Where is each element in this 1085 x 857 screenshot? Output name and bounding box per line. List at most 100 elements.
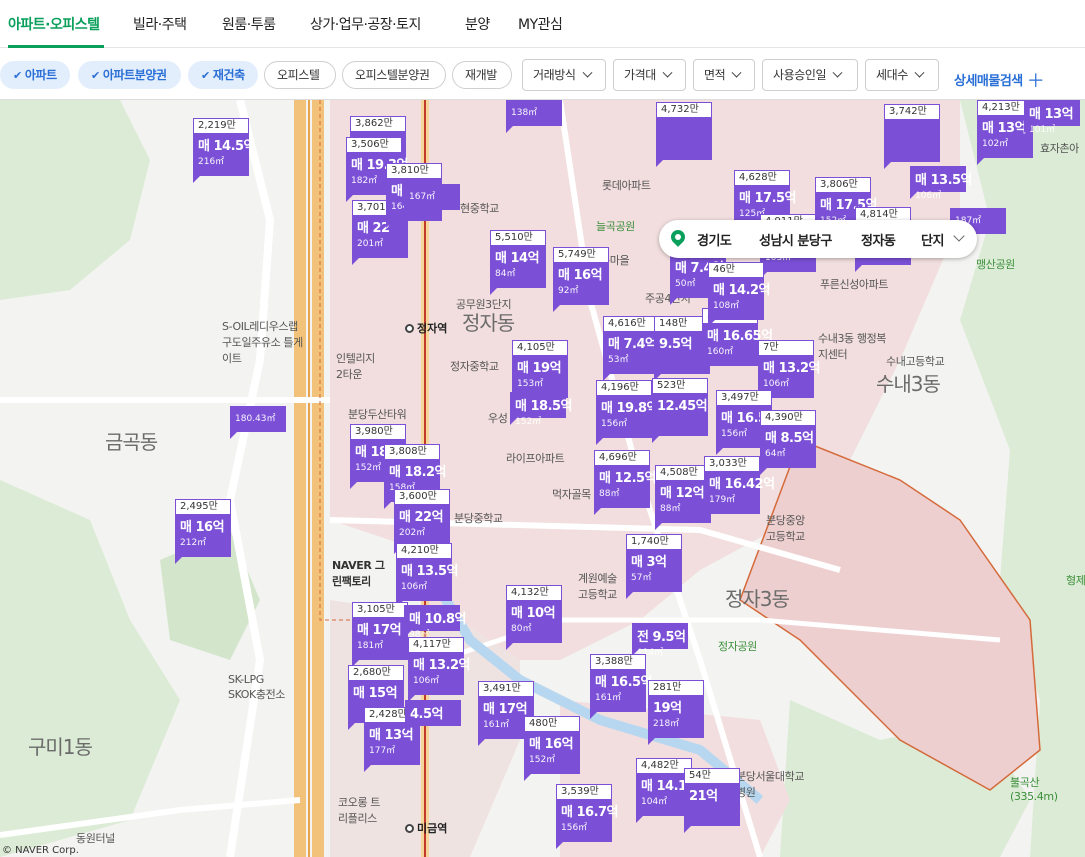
price-per-pyeong: 4,105만 [512, 340, 568, 356]
listing-marker[interactable]: 매 18.5억 152㎡ [510, 392, 573, 456]
marker-body: 매 10.8억 98㎡ [404, 605, 467, 640]
marker-price: 매 10.8억 [409, 612, 467, 627]
dropdown-price[interactable]: 가격대 [613, 59, 686, 91]
listing-marker[interactable]: 46만 매 14.2억 108㎡ [708, 262, 771, 327]
chip-reconstruction[interactable]: ✔ 재건축 [188, 61, 258, 89]
listing-marker[interactable]: 4,616만 매 7.4억 53㎡ [603, 316, 659, 381]
active-tab-indicator [8, 45, 104, 48]
price-per-pyeong: 7만 [758, 340, 814, 356]
chevron-down-icon [662, 67, 673, 78]
chip-officetel[interactable]: 오피스텔 [264, 61, 336, 89]
listing-marker[interactable]: 3,388만 매 16.5억 161㎡ [590, 654, 653, 719]
price-per-pyeong: 4,132만 [506, 585, 562, 601]
marker-area: 101㎡ [1029, 125, 1056, 135]
marker-body: 매 3억 57㎡ [626, 550, 682, 592]
marker-pointer [684, 825, 692, 833]
poi-label: 계원예술 고등학교 [578, 572, 617, 601]
listing-marker[interactable]: 1,740만 매 3억 57㎡ [626, 534, 682, 599]
chip-redevelopment[interactable]: 재개발 [452, 61, 512, 89]
price-per-pyeong: 5,749만 [553, 247, 609, 263]
listing-marker[interactable]: 167㎡ [404, 184, 460, 248]
dropdown-area[interactable]: 면적 [693, 59, 755, 91]
listing-marker[interactable]: 4,390만 매 8.5억 64㎡ [760, 410, 816, 475]
poi-label: 정자중학교 [450, 360, 499, 373]
marker-area: 181㎡ [357, 641, 384, 651]
tab-commercial[interactable]: 상가·업무·공장·토지 [310, 14, 421, 34]
tab-apt-officetel[interactable]: 아파트·오피스텔 [8, 14, 100, 34]
marker-body: 매 16.42억 179㎡ [704, 472, 775, 514]
listing-marker[interactable]: 5,749만 매 16억 92㎡ [553, 247, 609, 312]
price-per-pyeong: 4,196만 [596, 380, 652, 396]
listing-marker[interactable]: 4,117만 매 13.2억 106㎡ [408, 637, 471, 702]
location-province[interactable]: 경기도 [697, 230, 732, 249]
marker-body: 매 16억 92㎡ [553, 263, 609, 305]
listing-marker[interactable]: 매 13억 101㎡ [1024, 100, 1080, 164]
listing-marker[interactable]: 480만 매 16억 152㎡ [524, 716, 580, 781]
marker-body: 매 16.65억 160㎡ [702, 324, 773, 366]
listing-marker[interactable]: 4.5억 [405, 700, 461, 764]
marker-pointer [405, 725, 413, 733]
tab-my-interest[interactable]: MY관심 [518, 14, 563, 34]
chip-apartment-presale[interactable]: ✔ 아파트분양권 [78, 61, 181, 89]
marker-pointer [386, 220, 394, 228]
listing-marker[interactable]: 3,105만 매 17억 181㎡ [352, 602, 408, 667]
listing-marker[interactable]: 4,210만 매 13.5억 106㎡ [396, 543, 459, 608]
location-dong[interactable]: 정자동 [861, 230, 896, 249]
listing-marker[interactable]: 3,539만 매 16.7억 156㎡ [556, 784, 619, 849]
listing-marker[interactable]: 3,742만 [884, 104, 940, 169]
listing-marker[interactable]: 2,495만 매 16억 212㎡ [175, 499, 231, 564]
price-per-pyeong: 3,810만 [386, 163, 442, 179]
location-pin-icon [668, 227, 688, 247]
marker-area: 88㎡ [599, 489, 620, 499]
listing-marker[interactable]: 54만 21억 [684, 768, 740, 833]
marker-body: 매 12억 88㎡ [655, 481, 711, 523]
location-city[interactable]: 성남시 분당구 [759, 230, 832, 249]
marker-body: 매 7.4억 53㎡ [603, 332, 659, 374]
marker-area: 216㎡ [198, 157, 225, 167]
listing-marker[interactable]: 4,508만 매 12억 88㎡ [655, 465, 711, 530]
listing-marker[interactable]: 4,732만 [656, 102, 712, 167]
price-per-pyeong: 4,696만 [594, 450, 650, 466]
marker-pointer [506, 642, 514, 650]
listing-marker[interactable]: 5,510만 매 14억 84㎡ [490, 230, 546, 295]
chip-apartment[interactable]: ✔ 아파트 [0, 61, 70, 89]
tab-oneroom[interactable]: 원룸·투룸 [222, 14, 276, 34]
poi-label: 불곡산 (335.4m) [1010, 776, 1058, 803]
location-complex[interactable]: 단지 [921, 230, 944, 249]
marker-area: 104㎡ [641, 797, 668, 807]
subway-station: 정자역 [405, 320, 447, 336]
listing-marker[interactable]: 4,196만 매 19.8억 156㎡ [596, 380, 659, 445]
marker-body: 매 22억 202㎡ [394, 505, 450, 547]
poi-label: 동원터널 [76, 832, 115, 845]
poi-label: 공무원3단지 [456, 298, 512, 311]
location-selector[interactable]: 경기도 성남시 분당구 정자동 단지 [659, 220, 977, 258]
listing-marker[interactable]: 3,033만 매 16.42억 179㎡ [704, 456, 775, 521]
dropdown-trade-type[interactable]: 거래방식 [522, 59, 606, 91]
price-per-pyeong: 3,742만 [884, 104, 940, 120]
marker-price: 21억 [689, 789, 718, 804]
marker-area: 106㎡ [413, 676, 440, 686]
listing-marker[interactable]: 281만 19억 218㎡ [648, 680, 704, 745]
marker-price: 매 16억 [558, 268, 603, 283]
chip-label: 재개발 [465, 68, 497, 82]
listing-marker[interactable]: 523만 12.45억 [652, 378, 708, 443]
tab-presale[interactable]: 분양 [465, 14, 490, 34]
listing-marker[interactable]: 4,132만 매 10억 80㎡ [506, 585, 562, 650]
listing-marker[interactable]: 180.43㎡ [230, 406, 286, 470]
poi-label: 인텔리지 2타운 [336, 352, 375, 381]
listing-marker[interactable]: 2,219만 매 14.5억 216㎡ [193, 118, 256, 183]
map-canvas[interactable]: 정자동 수내3동 금곡동 정자3동 구미1동 정자역 미금역 현중학교 늘곡공원… [0, 100, 1085, 857]
plus-icon: ＋ [1026, 71, 1045, 92]
advanced-search-button[interactable]: 상세매물검색 ＋ [954, 67, 1045, 93]
price-per-pyeong: 46만 [708, 262, 764, 278]
listing-marker[interactable]: 4,696만매 12.5억 88㎡ [594, 450, 657, 515]
marker-price: 매 22억 [399, 510, 444, 525]
listing-marker[interactable]: 138㎡ [506, 100, 562, 164]
marker-price: 매 19.8억 [601, 401, 659, 416]
marker-price: 매 12.5억 [599, 471, 657, 486]
dropdown-households[interactable]: 세대수 [865, 59, 939, 91]
tab-villa-house[interactable]: 빌라·주택 [133, 14, 187, 34]
marker-area: 80㎡ [511, 624, 532, 634]
chip-officetel-presale[interactable]: 오피스텔분양권 [342, 61, 446, 89]
dropdown-approval-date[interactable]: 사용승인일 [762, 59, 858, 91]
